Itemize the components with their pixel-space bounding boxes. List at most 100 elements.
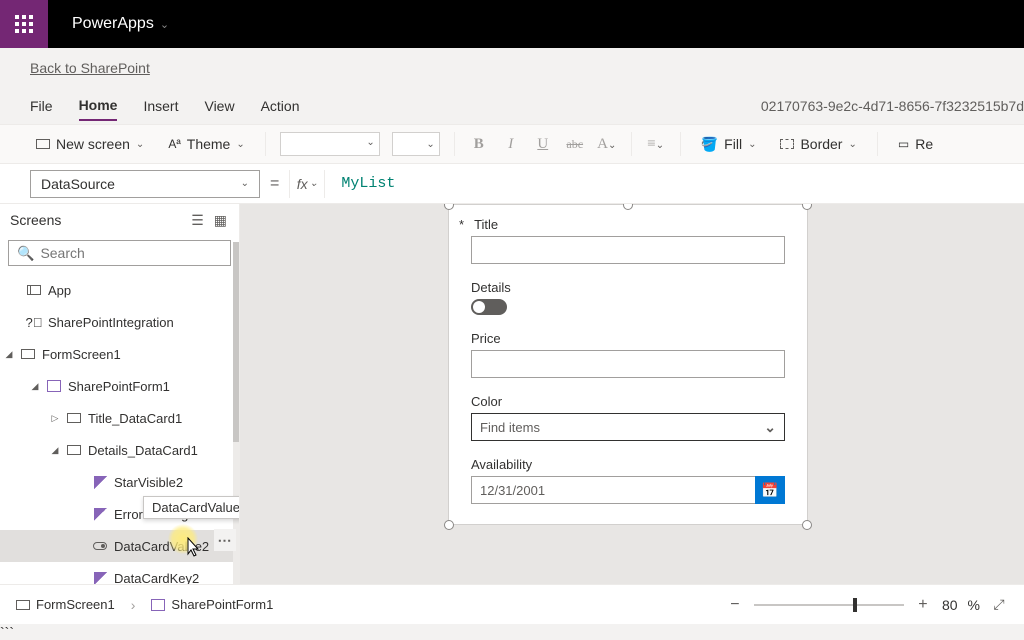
menu-insert[interactable]: Insert bbox=[143, 92, 178, 120]
status-bar: FormScreen1 › SharePointForm1 − + 80 % ⤢ bbox=[0, 584, 1024, 624]
resize-handle[interactable] bbox=[802, 520, 812, 530]
tree-view-icon[interactable]: ☰ bbox=[191, 212, 204, 229]
new-screen-button[interactable]: New screen ⌄ bbox=[30, 132, 150, 156]
brand-label: PowerApps bbox=[72, 15, 154, 33]
resize-handle[interactable] bbox=[802, 204, 812, 210]
menu-home[interactable]: Home bbox=[79, 91, 118, 121]
field-label: Color bbox=[471, 394, 502, 409]
chevron-down-icon: ⌄ bbox=[764, 419, 776, 436]
separator bbox=[265, 132, 266, 156]
tree-node-app[interactable]: App bbox=[0, 274, 239, 306]
tree-node-title-datacard[interactable]: ▷Title_DataCard1 bbox=[0, 402, 239, 434]
menu-bar: File Home Insert View Action 02170763-9e… bbox=[0, 88, 1024, 124]
separator bbox=[680, 132, 681, 156]
details-toggle[interactable] bbox=[471, 299, 507, 315]
formula-input[interactable]: MyList bbox=[335, 170, 994, 198]
label-icon bbox=[94, 508, 107, 521]
theme-label: Theme bbox=[187, 136, 231, 152]
menu-file[interactable]: File bbox=[30, 92, 53, 120]
field-label: Availability bbox=[471, 457, 532, 472]
back-to-sharepoint-link[interactable]: Back to SharePoint bbox=[30, 60, 150, 76]
chevron-down-icon: ⌄ bbox=[426, 139, 434, 150]
align-button[interactable]: ≡⌄ bbox=[646, 136, 666, 153]
tree-node-datacardvalue[interactable]: DataCardValue2 bbox=[0, 530, 239, 562]
tree-node-details-datacard[interactable]: ◢Details_DataCard1 bbox=[0, 434, 239, 466]
chevron-down-icon: ⌄ bbox=[608, 140, 616, 151]
font-family-select[interactable]: ⌄ bbox=[280, 132, 380, 156]
tree-label: DataCardKey2 bbox=[114, 571, 199, 584]
availability-input[interactable] bbox=[471, 476, 755, 504]
question-icon: ?⃝ bbox=[26, 314, 42, 330]
chevron-down-icon: ⌄ bbox=[236, 139, 244, 150]
reorder-label: Re bbox=[915, 136, 933, 152]
calendar-icon: 📅 bbox=[761, 482, 778, 499]
tree-node-formscreen1[interactable]: ◢FormScreen1 bbox=[0, 338, 239, 370]
underline-button[interactable]: U bbox=[533, 136, 553, 153]
chevron-down-icon: ⌄ bbox=[848, 139, 856, 150]
fill-label: Fill bbox=[724, 136, 742, 152]
font-color-button[interactable]: A⌄ bbox=[597, 136, 617, 153]
app-launcher-button[interactable] bbox=[0, 0, 48, 48]
screen-icon bbox=[16, 600, 30, 610]
price-input[interactable] bbox=[471, 350, 785, 378]
resize-handle[interactable] bbox=[444, 520, 454, 530]
fx-button[interactable]: fx⌄ bbox=[289, 170, 325, 198]
font-size-select[interactable]: ⌄ bbox=[392, 132, 440, 156]
breadcrumb-form[interactable]: SharePointForm1 bbox=[151, 597, 273, 612]
brand-dropdown[interactable]: PowerApps ⌄ bbox=[72, 15, 169, 33]
canvas[interactable]: *Title Details Price Color Find items ⌄ … bbox=[240, 204, 1024, 584]
menu-view[interactable]: View bbox=[204, 92, 234, 120]
tree-label: App bbox=[48, 283, 71, 298]
screens-title: Screens bbox=[10, 212, 61, 228]
italic-button[interactable]: I bbox=[501, 136, 521, 153]
screen-icon bbox=[21, 349, 35, 359]
title-input[interactable] bbox=[471, 236, 785, 264]
menu-action[interactable]: Action bbox=[261, 92, 300, 120]
more-options-button[interactable]: ⋯ bbox=[214, 529, 236, 551]
scrollbar-thumb[interactable] bbox=[233, 242, 239, 442]
label-icon bbox=[94, 476, 107, 489]
tree-node-sharepointform1[interactable]: ◢ SharePointForm1 bbox=[0, 370, 239, 402]
form-field-title: * Title bbox=[449, 205, 807, 268]
tree-view[interactable]: App ?⃝SharePointIntegration ◢FormScreen1… bbox=[0, 270, 239, 584]
top-bar: PowerApps ⌄ bbox=[0, 0, 1024, 48]
tree-node-sharepoint-integration[interactable]: ?⃝SharePointIntegration bbox=[0, 306, 239, 338]
property-select[interactable]: DataSource ⌄ bbox=[30, 170, 260, 198]
search-field[interactable]: 🔍 bbox=[8, 240, 231, 266]
reorder-button[interactable]: ▭ Re bbox=[892, 132, 939, 156]
chevron-down-icon: ⌄ bbox=[748, 139, 756, 150]
fill-button[interactable]: 🪣 Fill ⌄ bbox=[695, 132, 763, 157]
chevron-down-icon: ⌄ bbox=[366, 137, 374, 148]
screen-icon bbox=[36, 139, 50, 149]
backlink-bar: Back to SharePoint bbox=[0, 48, 1024, 88]
expand-arrow-icon[interactable]: ▷ bbox=[50, 413, 60, 424]
tree-label: SharePointForm1 bbox=[68, 379, 170, 394]
fit-to-window-button[interactable]: ⤢ bbox=[990, 596, 1008, 614]
color-select[interactable]: Find items ⌄ bbox=[471, 413, 785, 441]
required-indicator: * bbox=[459, 217, 464, 232]
strikethrough-button[interactable]: abc bbox=[565, 137, 585, 152]
availability-datepicker[interactable]: 📅 bbox=[471, 476, 785, 504]
bold-button[interactable]: B bbox=[469, 136, 489, 153]
form-card[interactable]: *Title Details Price Color Find items ⌄ … bbox=[448, 204, 808, 525]
thumbnail-view-icon[interactable]: ▦ bbox=[214, 212, 227, 229]
collapse-arrow-icon[interactable]: ◢ bbox=[30, 381, 40, 392]
zoom-slider-thumb[interactable] bbox=[853, 598, 857, 612]
collapse-arrow-icon[interactable]: ◢ bbox=[50, 445, 60, 456]
paint-bucket-icon: 🪣 bbox=[701, 136, 718, 153]
toggle-knob bbox=[473, 301, 485, 313]
zoom-slider[interactable] bbox=[754, 604, 904, 606]
collapse-arrow-icon[interactable]: ◢ bbox=[4, 349, 14, 360]
theme-button[interactable]: Aª Theme ⌄ bbox=[162, 132, 250, 156]
zoom-in-button[interactable]: + bbox=[914, 596, 932, 614]
tree-node-starvisible[interactable]: StarVisible2 bbox=[0, 466, 239, 498]
search-input[interactable] bbox=[40, 245, 222, 261]
field-label: Title bbox=[474, 217, 498, 232]
zoom-out-button[interactable]: − bbox=[726, 596, 744, 614]
chevron-down-icon: ⌄ bbox=[310, 178, 318, 189]
calendar-button[interactable]: 📅 bbox=[755, 476, 785, 504]
breadcrumb-screen[interactable]: FormScreen1 bbox=[16, 597, 115, 612]
border-button[interactable]: Border ⌄ bbox=[774, 132, 862, 156]
tree-label: StarVisible2 bbox=[114, 475, 183, 490]
tree-node-datacardkey[interactable]: DataCardKey2 bbox=[0, 562, 239, 584]
